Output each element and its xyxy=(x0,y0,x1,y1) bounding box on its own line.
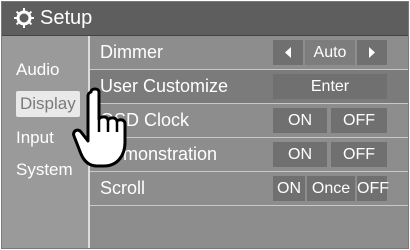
triangle-right-icon xyxy=(369,47,375,58)
title-bar: Setup xyxy=(2,2,408,36)
dimmer-label: Dimmer xyxy=(100,42,163,62)
sidebar-item-system[interactable]: System xyxy=(16,160,73,180)
scroll-once-button[interactable]: Once xyxy=(307,176,355,201)
scroll-label: Scroll xyxy=(100,178,146,198)
osd-clock-on-button[interactable]: ON xyxy=(273,108,327,133)
demonstration-off-button[interactable]: OFF xyxy=(331,142,387,167)
page-title: Setup xyxy=(40,7,93,29)
gear-icon xyxy=(14,8,34,28)
dimmer-prev-button[interactable] xyxy=(273,40,303,65)
enter-button[interactable]: Enter xyxy=(273,74,387,99)
demonstration-on-button[interactable]: ON xyxy=(273,142,327,167)
scroll-row: Scroll ON Once OFF xyxy=(90,172,408,206)
osd-clock-off-button[interactable]: OFF xyxy=(331,108,387,133)
dimmer-next-button[interactable] xyxy=(357,40,387,65)
dimmer-row: Dimmer Auto xyxy=(90,36,408,70)
sidebar-item-audio[interactable]: Audio xyxy=(16,60,59,80)
dimmer-value: Auto xyxy=(305,40,355,65)
pointing-hand-icon xyxy=(72,87,127,168)
triangle-left-icon xyxy=(285,47,291,58)
setup-screen: Setup Audio Display Input System Dimmer … xyxy=(1,1,409,249)
scroll-on-button[interactable]: ON xyxy=(273,176,305,201)
scroll-off-button[interactable]: OFF xyxy=(357,176,389,201)
sidebar-item-input[interactable]: Input xyxy=(16,128,54,148)
